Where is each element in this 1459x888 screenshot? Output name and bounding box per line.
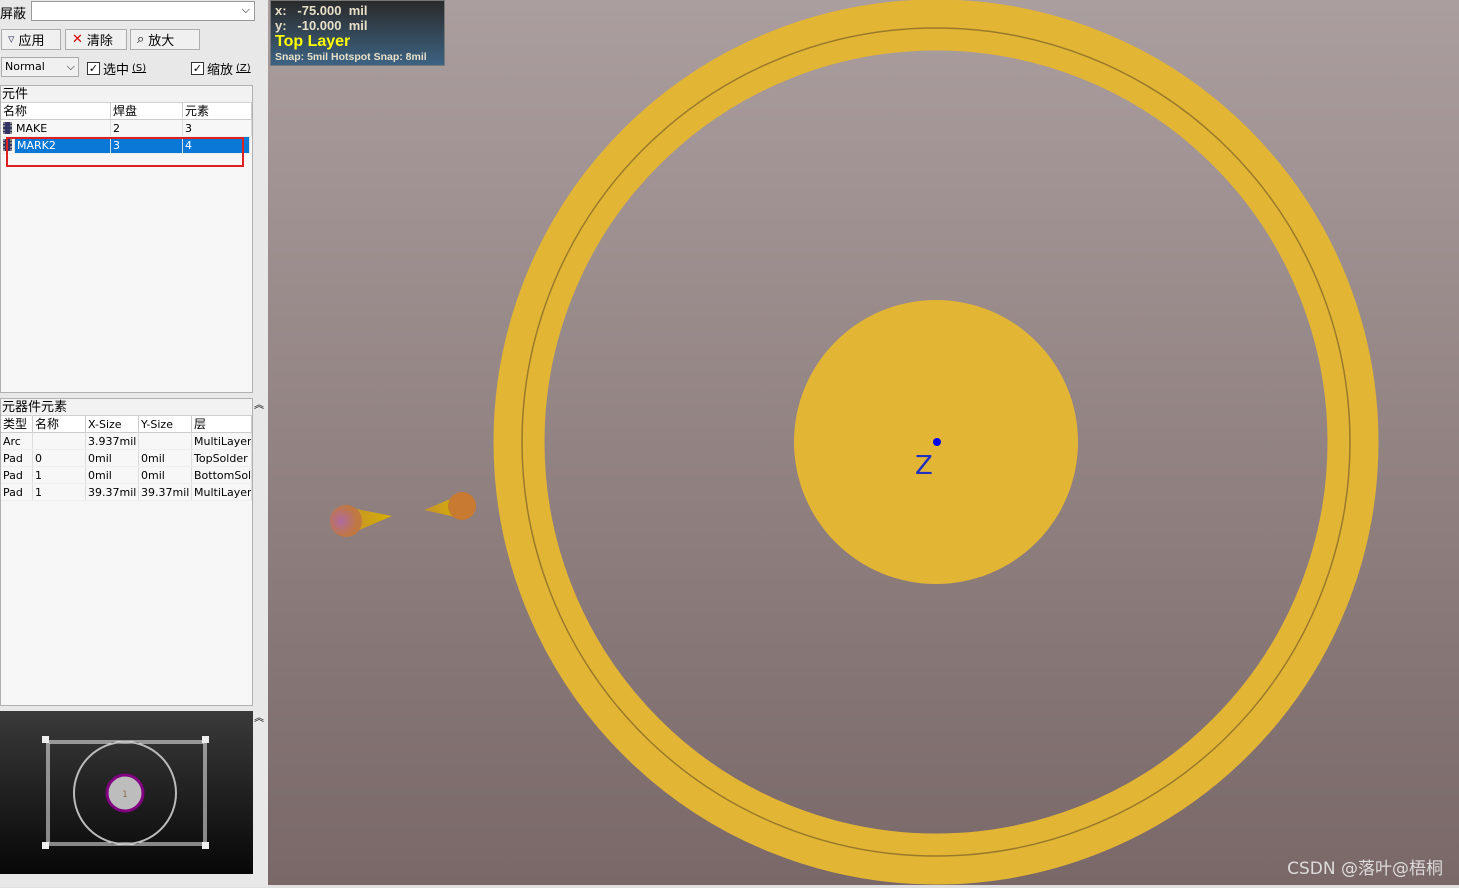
magnifier-icon: ⌕ bbox=[137, 32, 145, 47]
apply-button[interactable]: ▿ 应用 bbox=[1, 29, 61, 50]
resize-handle[interactable] bbox=[202, 736, 209, 743]
primitive-row[interactable]: Pad 0 0mil 0mil TopSolder bbox=[1, 450, 252, 467]
primitive-cell: Pad bbox=[1, 450, 33, 466]
primitive-cell bbox=[33, 433, 86, 449]
chevron-down-icon: ⌵ bbox=[66, 60, 75, 73]
col-layer[interactable]: 层 bbox=[192, 416, 252, 432]
col-ysize[interactable]: Y-Size bbox=[139, 416, 192, 432]
pcb-library-panel: 屏蔽 ⌵ ▿ 应用 ✕ 清除 ⌕ 放大 Normal ⌵ ✓ 选中 (S) ✓ 缩放 (Z) 元… bbox=[0, 0, 268, 887]
chip-icon bbox=[3, 122, 12, 134]
primitive-cell bbox=[139, 433, 192, 449]
collapse-up-icon[interactable]: ︽ bbox=[254, 396, 264, 411]
col-pads[interactable]: 焊盘 bbox=[111, 103, 183, 119]
primitive-cell: BottomSolc bbox=[194, 467, 252, 483]
preview-pad-label: 1 bbox=[122, 790, 128, 800]
primitive-cell: 0mil bbox=[139, 450, 192, 466]
components-panel: 元件 名称 焊盘 元素 MAKE 2 3 MARK2 3 4 bbox=[0, 85, 253, 393]
watermark: CSDN @落叶@梧桐 bbox=[1287, 859, 1443, 879]
primitive-row[interactable]: Pad 1 0mil 0mil BottomSolc bbox=[1, 467, 252, 484]
pcb-canvas[interactable]: Z bbox=[268, 0, 1459, 885]
clear-filter-icon: ✕ bbox=[72, 32, 83, 47]
primitives-panel: 元器件元素 类型 名称 X-Size Y-Size 层 Arc 3.937mil M… bbox=[0, 398, 253, 706]
primitive-cell: Arc bbox=[1, 433, 33, 449]
col-primitives[interactable]: 元素 bbox=[183, 103, 252, 119]
components-title: 元件 bbox=[1, 86, 252, 103]
primitive-cell: TopSolder bbox=[192, 450, 252, 466]
primitive-cell: 39.37mil bbox=[139, 484, 192, 500]
checkmark-icon: ✓ bbox=[191, 62, 204, 75]
primitive-cell: MultiLayer bbox=[194, 433, 252, 449]
component-row[interactable]: MAKE 2 3 bbox=[1, 120, 252, 137]
resize-handle[interactable] bbox=[202, 842, 209, 849]
zoom-button[interactable]: ⌕ 放大 bbox=[130, 29, 200, 50]
mask-label: 屏蔽 bbox=[0, 7, 27, 22]
primitive-row[interactable]: Arc 3.937mil MultiLayer bbox=[1, 433, 252, 450]
mask-filter-input[interactable]: ⌵ bbox=[31, 1, 255, 21]
y-coordinate: y: -10.000 mil bbox=[275, 18, 368, 33]
select-checkbox[interactable]: ✓ 选中 (S) bbox=[87, 59, 146, 78]
col-xsize[interactable]: X-Size bbox=[86, 416, 139, 432]
primitive-cell: 0mil bbox=[86, 450, 139, 466]
col-name[interactable]: 名称 bbox=[33, 416, 86, 432]
primitive-cell: 3.937mil bbox=[86, 433, 139, 449]
primitive-cell: 0mil bbox=[139, 467, 192, 483]
collapse-up-icon[interactable]: ︽ bbox=[254, 709, 264, 724]
primitive-cell: MultiLayer bbox=[194, 484, 252, 500]
resize-handle[interactable] bbox=[42, 842, 49, 849]
designator-text: Z bbox=[915, 451, 933, 481]
snap-cursor-icon bbox=[330, 492, 476, 537]
primitive-cell: 0 bbox=[33, 450, 86, 466]
current-layer: Top Layer bbox=[275, 33, 351, 50]
origin-marker bbox=[933, 438, 941, 446]
checkmark-icon: ✓ bbox=[87, 62, 100, 75]
primitives-title: 元器件元素 bbox=[1, 399, 252, 416]
x-coordinate: x: -75.000 mil bbox=[275, 3, 368, 18]
coordinate-hud: x: -75.000 mil y: -10.000 mil Top Layer … bbox=[270, 0, 445, 66]
primitive-cell: 1 bbox=[33, 467, 86, 483]
filter-icon: ▿ bbox=[8, 32, 15, 47]
resize-handle[interactable] bbox=[42, 736, 49, 743]
preview-panel[interactable]: 1 bbox=[0, 711, 253, 874]
highlight-box bbox=[6, 137, 244, 167]
primitive-cell: 0mil bbox=[86, 467, 139, 483]
primitive-cell: Pad bbox=[1, 467, 33, 483]
clear-button[interactable]: ✕ 清除 bbox=[65, 29, 127, 50]
primitive-cell: 39.37mil bbox=[86, 484, 139, 500]
zoom-checkbox[interactable]: ✓ 缩放 (Z) bbox=[191, 59, 251, 78]
mode-select[interactable]: Normal ⌵ bbox=[1, 57, 79, 77]
primitive-cell: 1 bbox=[33, 484, 86, 500]
chevron-down-icon: ⌵ bbox=[241, 3, 250, 16]
primitive-row[interactable]: Pad 1 39.37mil 39.37mil MultiLayer bbox=[1, 484, 252, 501]
col-name[interactable]: 名称 bbox=[1, 103, 111, 119]
snap-info: Snap: 5mil Hotspot Snap: 8mil bbox=[275, 51, 427, 63]
col-type[interactable]: 类型 bbox=[1, 416, 33, 432]
primitive-cell: Pad bbox=[1, 484, 33, 500]
